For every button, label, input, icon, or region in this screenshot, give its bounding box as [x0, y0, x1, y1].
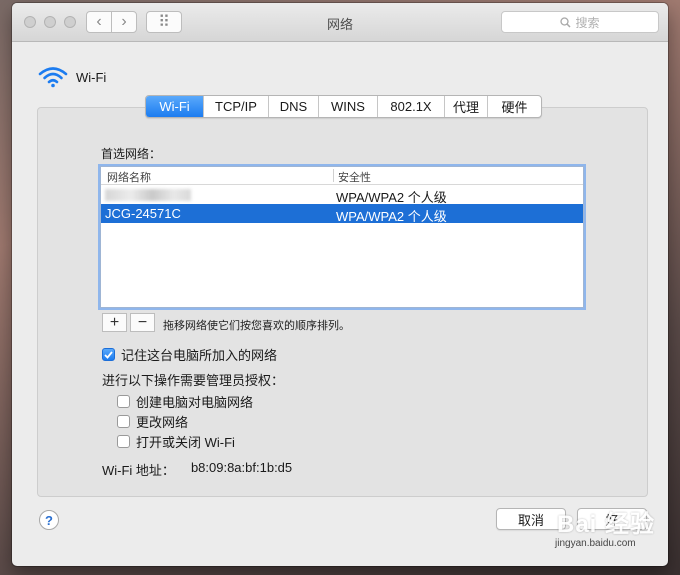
wifi-address-value: b8:09:8a:bf:1b:d5: [190, 460, 293, 475]
table-row-selected[interactable]: JCG-24571C WPA/WPA2 个人级: [101, 204, 583, 224]
checkmark-icon: [104, 350, 113, 359]
wifi-address-label: Wi-Fi 地址：: [102, 463, 175, 478]
tab-tcpip[interactable]: TCP/IP: [203, 96, 268, 117]
checkbox[interactable]: [117, 435, 130, 448]
preferred-networks-label: 首选网络：: [101, 147, 162, 161]
checkbox[interactable]: [117, 395, 130, 408]
tab-wins[interactable]: WINS: [318, 96, 377, 117]
column-security[interactable]: 安全性: [338, 169, 371, 185]
network-name-obscured: [105, 187, 191, 204]
watermark-url: jingyan.baidu.com: [555, 538, 636, 549]
admin-option-create-network[interactable]: 创建电脑对电脑网络: [117, 392, 253, 411]
option-label: 创建电脑对电脑网络: [136, 395, 254, 410]
remember-networks-label: 记住这台电脑所加入的网络: [121, 348, 278, 363]
network-name: JCG-24571C: [105, 206, 181, 221]
search-icon: [560, 16, 572, 28]
search-field[interactable]: 搜索: [501, 11, 659, 33]
checkbox[interactable]: [117, 415, 130, 428]
tab-dns[interactable]: DNS: [268, 96, 318, 117]
tab-8021x[interactable]: 802.1X: [377, 96, 444, 117]
tab-wifi[interactable]: Wi-Fi: [146, 96, 203, 117]
minus-icon: −: [137, 313, 148, 331]
interface-name: Wi-Fi: [76, 69, 107, 85]
titlebar: ‹ › ⠿ 网络 搜索: [12, 3, 668, 42]
wifi-address: Wi-Fi 地址： b8:09:8a:bf:1b:d5: [102, 460, 292, 479]
option-label: 打开或关闭 Wi-Fi: [136, 435, 235, 450]
admin-auth-label: 进行以下操作需要管理员授权：: [102, 373, 285, 388]
tab-hardware[interactable]: 硬件: [487, 96, 541, 117]
network-window: ‹ › ⠿ 网络 搜索 Wi-Fi Wi-Fi TCP/IP DNS WINS …: [12, 3, 668, 566]
table-header: 网络名称 安全性: [101, 167, 583, 185]
admin-option-toggle-wifi[interactable]: 打开或关闭 Wi-Fi: [117, 432, 235, 451]
search-placeholder: 搜索: [575, 15, 600, 30]
wifi-icon: [38, 67, 68, 88]
plus-icon: +: [109, 313, 120, 331]
remember-networks-option[interactable]: 记住这台电脑所加入的网络: [102, 345, 277, 364]
table-row[interactable]: WPA/WPA2 个人级: [101, 185, 583, 205]
tab-proxy[interactable]: 代理: [444, 96, 487, 117]
column-divider: [333, 169, 334, 182]
reorder-hint: 拖移网络使它们按您喜欢的顺序排列。: [163, 320, 350, 332]
interface-header: Wi-Fi: [38, 66, 106, 88]
add-network-button[interactable]: +: [102, 313, 127, 332]
preferred-networks-table[interactable]: 网络名称 安全性 WPA/WPA2 个人级 JCG-24571C WPA/WPA…: [100, 166, 584, 308]
network-security: WPA/WPA2 个人级: [336, 209, 447, 224]
remove-network-button[interactable]: −: [130, 313, 155, 332]
watermark: Bai 经验 jingyan.baidu.com: [555, 502, 665, 567]
question-icon: ?: [45, 512, 53, 528]
admin-option-change-network[interactable]: 更改网络: [117, 412, 188, 431]
tab-bar: Wi-Fi TCP/IP DNS WINS 802.1X 代理 硬件: [145, 95, 542, 118]
option-label: 更改网络: [136, 415, 189, 430]
help-button[interactable]: ?: [39, 510, 59, 530]
redaction-blur: [105, 189, 191, 201]
column-network-name[interactable]: 网络名称: [107, 169, 151, 185]
watermark-brand: Bai 经验: [557, 511, 656, 538]
checkbox-checked[interactable]: [102, 348, 115, 361]
